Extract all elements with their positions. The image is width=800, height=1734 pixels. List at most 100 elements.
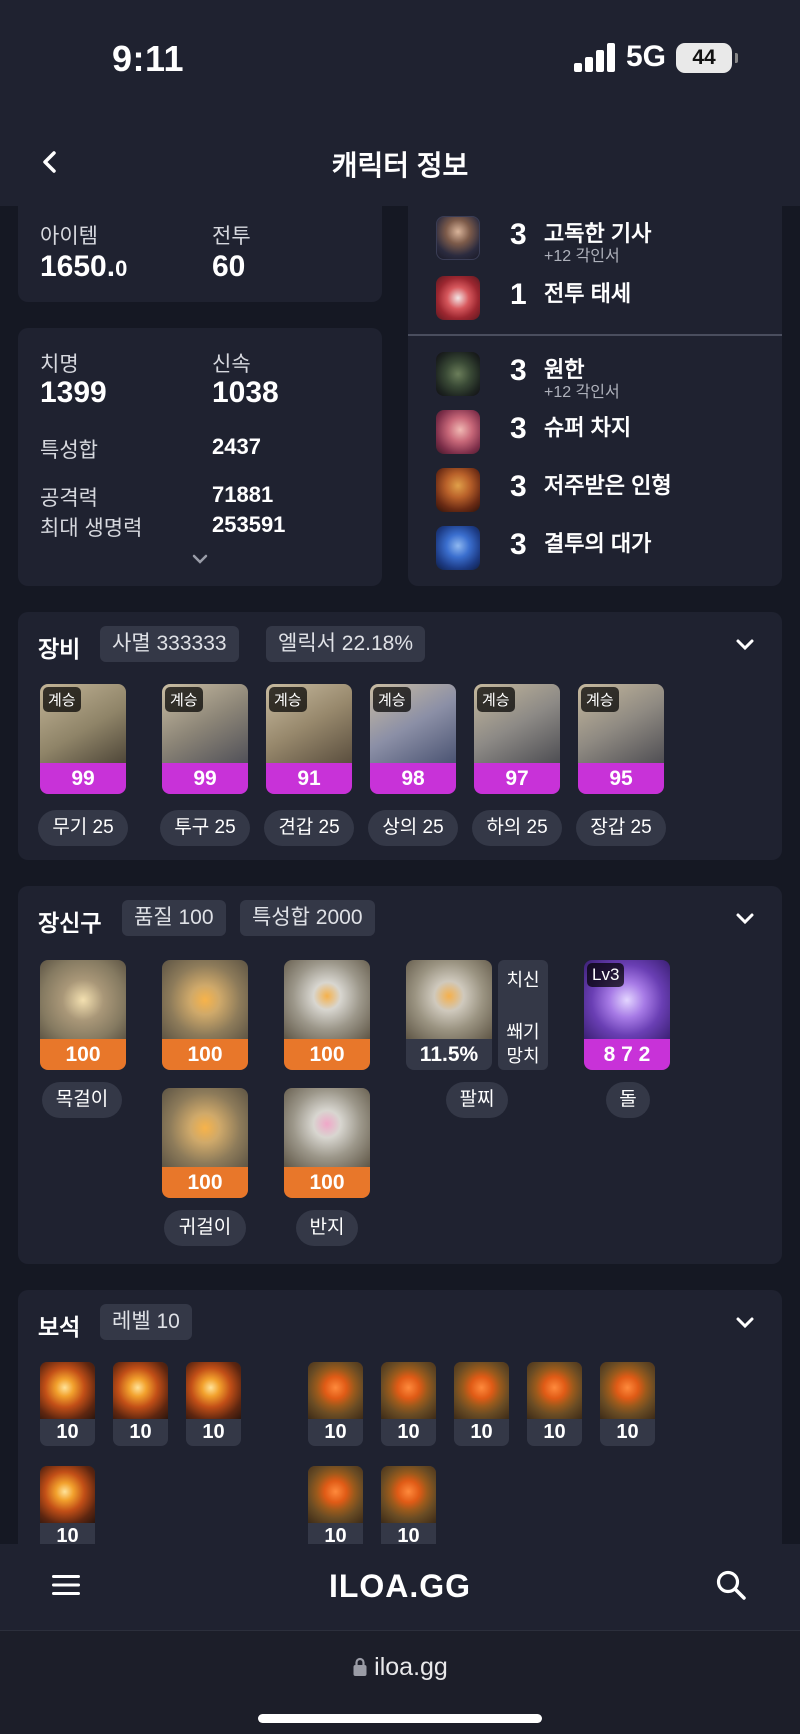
engraving-level: 3 — [510, 470, 527, 503]
status-time: 9:11 — [112, 38, 185, 79]
quality-value: 100 — [40, 1039, 126, 1070]
engraving-row[interactable]: 3 결투의 대가 — [428, 524, 778, 572]
engraving-row[interactable]: 3 저주받은 인형 — [428, 466, 778, 514]
engraving-name: 저주받은 인형 — [544, 473, 672, 498]
pants-slot[interactable]: 계승 97 — [474, 684, 560, 794]
section-title: 보석 — [38, 1314, 81, 1340]
quality-value: 91 — [266, 763, 352, 794]
site-logo[interactable]: ILOA.GG — [0, 1568, 800, 1605]
gem-slot[interactable]: 10 — [308, 1362, 363, 1446]
pants-label: 하의 25 — [472, 810, 562, 846]
gem-slot[interactable]: 10 — [113, 1362, 168, 1446]
gem-level: 10 — [56, 1421, 79, 1443]
battery-icon: 44 — [676, 43, 738, 73]
signal-icon — [574, 42, 616, 72]
gem-slot[interactable]: 10 — [381, 1466, 436, 1544]
ring-icon — [284, 960, 370, 1040]
shoulder-label: 견갑 25 — [264, 810, 354, 846]
attack-label: 공격력 — [40, 487, 98, 510]
gem-level: 10 — [616, 1421, 639, 1443]
expand-stats-button[interactable] — [190, 552, 210, 571]
swift-value: 1038 — [212, 376, 279, 409]
ring-icon — [284, 1088, 370, 1168]
annihilation-gem-icon — [40, 1466, 95, 1523]
lock-icon — [353, 1657, 367, 1676]
combat-level-label: 전투 — [212, 225, 251, 248]
succession-tag: 계승 — [373, 687, 411, 712]
necklace-slot[interactable]: 100 — [40, 960, 126, 1070]
quality-value: 100 — [284, 1039, 370, 1070]
gem-slot[interactable]: 10 — [454, 1362, 509, 1446]
gem-slot[interactable]: 10 — [308, 1466, 363, 1544]
engraving-row[interactable]: 3 슈퍼 차지 — [428, 408, 778, 456]
quality-value: 98 — [370, 763, 456, 794]
search-icon — [716, 1570, 746, 1600]
engraving-row[interactable]: 1 전투 태세 — [428, 274, 778, 322]
home-indicator — [258, 1714, 542, 1723]
url-display[interactable]: iloa.gg — [0, 1653, 800, 1682]
chest-label: 상의 25 — [368, 810, 458, 846]
app-header: 캐릭터 정보 — [0, 120, 800, 206]
stats-card: 치명 1399 신속 1038 특성합 2437 공격력 71881 최대 생명… — [18, 328, 382, 586]
earring-slot[interactable]: 100 — [162, 1088, 248, 1198]
shoulder-slot[interactable]: 계승 91 — [266, 684, 352, 794]
annihilation-gem-icon — [113, 1362, 168, 1419]
quality-value: 100 — [162, 1167, 248, 1198]
bracelet-slot[interactable]: 11.5% — [406, 960, 492, 1070]
hp-label: 최대 생명력 — [40, 517, 143, 540]
ring-slot[interactable]: 100 — [284, 1088, 370, 1198]
engraving-name: 결투의 대가 — [544, 531, 652, 556]
gloves-slot[interactable]: 계승 95 — [578, 684, 664, 794]
chevron-down-icon — [736, 913, 754, 925]
weapon-slot[interactable]: 계승 99 — [40, 684, 126, 794]
gem-level: 10 — [324, 1421, 347, 1443]
divider — [408, 334, 782, 336]
url-text: iloa.gg — [374, 1653, 448, 1681]
collapse-button[interactable] — [734, 1310, 756, 1338]
status-bar: 9:11 5G 44 — [0, 0, 800, 120]
gem-level: 10 — [470, 1421, 493, 1443]
succession-tag: 계승 — [477, 687, 515, 712]
chest-slot[interactable]: 계승 98 — [370, 684, 456, 794]
succession-tag: 계승 — [43, 687, 81, 712]
engraving-name: 슈퍼 차지 — [544, 415, 632, 440]
item-level-value: 1650.0 — [40, 250, 128, 283]
succession-tag: 계승 — [165, 687, 203, 712]
gem-slot[interactable]: 10 — [600, 1362, 655, 1446]
gem-slot[interactable]: 10 — [40, 1466, 95, 1544]
earring-icon — [162, 960, 248, 1040]
ring-slot[interactable]: 100 — [284, 960, 370, 1070]
engraving-level: 3 — [510, 354, 527, 387]
collapse-button[interactable] — [734, 632, 756, 660]
engraving-level: 3 — [510, 412, 527, 445]
engraving-row[interactable]: 3 원한 +12 각인서 — [428, 350, 778, 401]
gem-slot[interactable]: 10 — [381, 1362, 436, 1446]
engravings-card: 3 고독한 기사 +12 각인서 1 전투 태세 3 원한 +12 각인서 3 … — [408, 206, 782, 586]
quality-value: 97 — [474, 763, 560, 794]
crimson-flame-gem-icon — [381, 1466, 436, 1523]
equipment-section: 장비 사멸 333333 엘릭서 22.18% 계승 99 무기 25 계승 9… — [18, 612, 782, 860]
gem-slot[interactable]: 10 — [186, 1362, 241, 1446]
helmet-slot[interactable]: 계승 99 — [162, 684, 248, 794]
quality-value: 99 — [40, 763, 126, 794]
browser-url-bar[interactable]: iloa.gg — [0, 1630, 800, 1734]
stone-slot[interactable]: Lv3 8 7 2 — [584, 960, 670, 1070]
bottom-nav: ILOA.GG — [0, 1544, 800, 1630]
crit-value: 1399 — [40, 376, 107, 409]
bracelet-icon — [406, 960, 492, 1040]
engraving-row[interactable]: 3 고독한 기사 +12 각인서 — [428, 214, 778, 265]
gem-slot[interactable]: 10 — [527, 1362, 582, 1446]
succession-tag: 계승 — [269, 687, 307, 712]
bracelet-effect: 망치 — [506, 1046, 540, 1066]
crimson-flame-gem-icon — [454, 1362, 509, 1419]
search-button[interactable] — [714, 1568, 748, 1607]
helmet-label: 투구 25 — [160, 810, 250, 846]
earring-slot[interactable]: 100 — [162, 960, 248, 1070]
knight-engraving-icon — [436, 216, 480, 260]
chevron-down-icon — [736, 1317, 754, 1329]
gem-slot[interactable]: 10 — [40, 1362, 95, 1446]
collapse-button[interactable] — [734, 906, 756, 934]
weapon-label: 무기 25 — [38, 810, 128, 846]
stat-total-value: 2437 — [212, 434, 261, 459]
gloves-label: 장갑 25 — [576, 810, 666, 846]
